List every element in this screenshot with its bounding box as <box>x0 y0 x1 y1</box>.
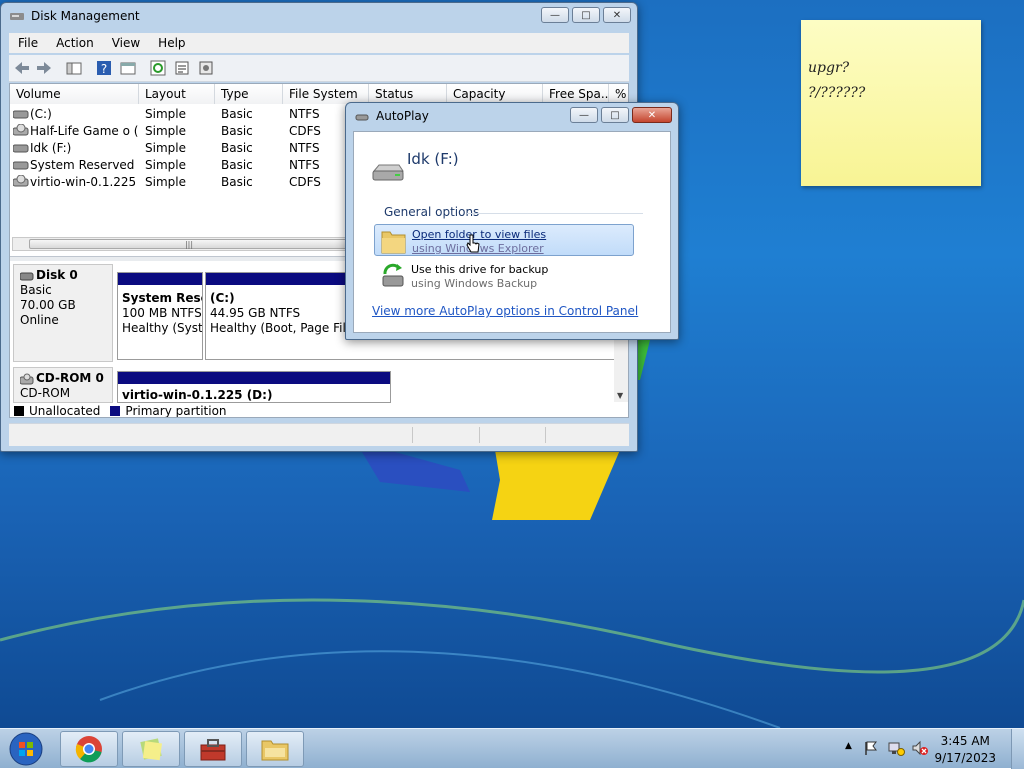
disk-management-titlebar[interactable]: Disk Management — □ ✕ <box>1 3 637 31</box>
maximize-button[interactable]: □ <box>572 7 600 23</box>
drive-icon <box>13 144 29 153</box>
disk-management-icon <box>10 13 24 20</box>
start-button-icon[interactable] <box>6 731 46 767</box>
autoplay-titlebar[interactable]: AutoPlay — □ ✕ <box>346 103 678 131</box>
folder-icon <box>261 740 289 761</box>
scroll-down-icon[interactable]: ▼ <box>617 391 623 400</box>
open-folder-option[interactable]: Open folder to view files using Windows … <box>374 224 634 256</box>
forward-arrow-icon[interactable] <box>35 59 53 77</box>
show-desktop-button[interactable] <box>1011 729 1024 769</box>
refresh-icon[interactable] <box>149 59 167 77</box>
cd-drive-icon <box>13 124 29 136</box>
clock-time: 3:45 AM <box>940 734 990 748</box>
column-header-status[interactable]: Status <box>369 84 447 104</box>
minimize-button[interactable]: — <box>570 107 598 123</box>
hand-cursor-icon <box>466 234 480 253</box>
cd-drive-icon <box>13 175 29 187</box>
sticky-note[interactable]: upgr? ?/?????? <box>801 20 981 186</box>
help-icon[interactable]: ? <box>95 59 113 77</box>
cd-drive-icon <box>20 373 34 384</box>
properties-icon[interactable] <box>173 59 191 77</box>
show-hidden-icons-icon[interactable]: ▲ <box>845 741 852 751</box>
chrome-icon <box>75 736 102 763</box>
column-header-file-system[interactable]: File System <box>283 84 369 104</box>
legend: Unallocated Primary partition <box>14 404 227 417</box>
horizontal-scrollbar[interactable]: ||| <box>12 237 352 251</box>
column-header-type[interactable]: Type <box>215 84 283 104</box>
taskbar-explorer[interactable] <box>246 731 304 767</box>
drive-name: Idk (F:) <box>407 150 459 168</box>
partition-system-reserved[interactable]: System Reser 100 MB NTFS Healthy (Syste <box>117 272 203 360</box>
autoplay-title: AutoPlay <box>376 109 429 123</box>
close-button[interactable]: ✕ <box>603 7 631 23</box>
action-center-flag-icon[interactable] <box>863 740 879 756</box>
menu-file[interactable]: File <box>9 33 47 53</box>
backup-option[interactable]: Use this drive for backup using Windows … <box>374 260 634 292</box>
system-tray: ▲ 3:45 AM 9/17/2023 <box>839 729 1024 769</box>
network-icon[interactable] <box>887 740 905 756</box>
clock-date: 9/17/2023 <box>934 751 996 765</box>
more-autoplay-options-link[interactable]: View more AutoPlay options in Control Pa… <box>372 304 638 318</box>
unallocated-swatch <box>14 406 24 416</box>
drive-icon <box>13 161 29 170</box>
console-tree-icon[interactable] <box>65 59 83 77</box>
toolbox-icon <box>200 739 226 761</box>
primary-partition-swatch <box>110 406 121 416</box>
maximize-button[interactable]: □ <box>601 107 629 123</box>
status-bar <box>9 423 629 446</box>
svg-text:?: ? <box>101 62 107 76</box>
toolbar: ? <box>9 55 629 82</box>
sticky-note-line2: ?/?????? <box>808 85 866 101</box>
backup-label: Use this drive for backup <box>411 263 549 276</box>
menu-view[interactable]: View <box>103 33 149 53</box>
disk-icon <box>20 272 34 280</box>
autoplay-icon <box>355 114 369 121</box>
removable-drive-icon <box>372 164 404 181</box>
clock[interactable]: 3:45 AM 9/17/2023 <box>934 733 996 767</box>
minimize-button[interactable]: — <box>541 7 569 23</box>
speaker-muted-icon[interactable] <box>911 740 929 756</box>
column-header-free-space[interactable]: Free Spa... <box>543 84 609 104</box>
disk-management-title: Disk Management <box>31 9 140 23</box>
menu-action[interactable]: Action <box>47 33 103 53</box>
taskbar-computer-management[interactable] <box>184 731 242 767</box>
sticky-notes-icon <box>140 738 163 761</box>
taskbar: ▲ 3:45 AM 9/17/2023 <box>0 728 1024 769</box>
autoplay-body: Idk (F:) General options Open folder to … <box>353 131 671 333</box>
column-header-percent-free[interactable]: % F <box>609 84 628 104</box>
properties-pane-icon[interactable] <box>119 59 137 77</box>
menu-help[interactable]: Help <box>149 33 194 53</box>
column-header-capacity[interactable]: Capacity <box>447 84 543 104</box>
partition-d[interactable]: virtio-win-0.1.225 (D:) <box>117 371 391 403</box>
settings-icon[interactable] <box>197 59 215 77</box>
folder-icon <box>381 231 406 254</box>
backup-sublabel: using Windows Backup <box>411 277 538 290</box>
cdrom-0-label[interactable]: CD-ROM 0 CD-ROM <box>13 367 113 403</box>
close-button[interactable]: ✕ <box>632 107 672 123</box>
taskbar-chrome[interactable] <box>60 731 118 767</box>
backup-icon <box>382 263 404 287</box>
column-header-volume[interactable]: Volume <box>10 84 139 104</box>
column-header-layout[interactable]: Layout <box>139 84 215 104</box>
autoplay-window[interactable]: AutoPlay — □ ✕ Idk (F:) General options … <box>345 102 679 340</box>
disk-0-label[interactable]: Disk 0 Basic 70.00 GB Online <box>13 264 113 362</box>
scrollbar-thumb[interactable]: ||| <box>29 239 349 249</box>
sticky-note-line1: upgr? <box>808 60 850 76</box>
drive-icon <box>13 110 29 119</box>
menu-bar: File Action View Help <box>9 33 629 53</box>
general-options-heading: General options <box>384 205 480 219</box>
taskbar-sticky-notes[interactable] <box>122 731 180 767</box>
back-arrow-icon[interactable] <box>13 59 31 77</box>
